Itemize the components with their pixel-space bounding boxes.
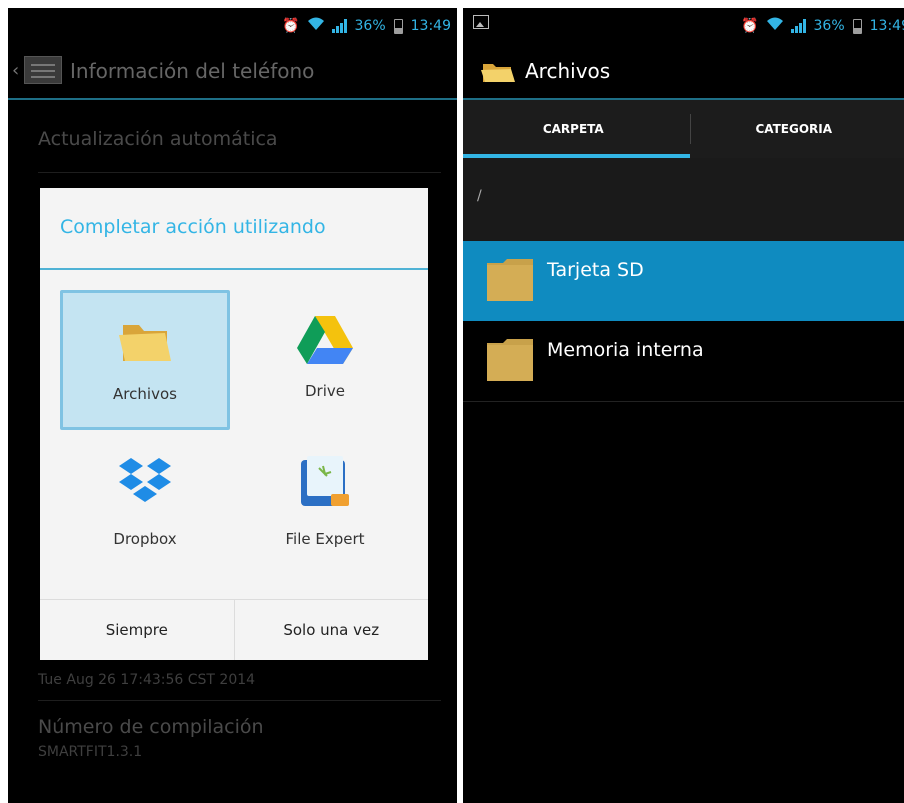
clock: 13:49 <box>869 18 904 34</box>
dialog-title-divider <box>40 268 428 270</box>
dialog-title: Completar acción utilizando <box>60 216 326 238</box>
list-item-memoria-interna[interactable]: Memoria interna <box>463 321 904 401</box>
signal-icon <box>790 19 806 33</box>
settings-icon[interactable] <box>24 56 62 84</box>
clock: 13:49 <box>410 18 451 34</box>
battery-percent: 36% <box>354 18 386 34</box>
image-notification-icon <box>473 15 489 29</box>
signal-icon <box>331 19 347 33</box>
left-phone-screen: ⏰ 36% 13:49 ‹ Información del teléfono A… <box>8 8 457 803</box>
wifi-icon <box>307 17 324 35</box>
alarm-icon: ⏰ <box>282 18 300 34</box>
tab-bar: CARPETA CATEGORIA <box>463 100 904 158</box>
action-bar: ‹ Información del teléfono <box>8 44 457 100</box>
tab-carpeta[interactable]: CARPETA <box>463 100 684 158</box>
action-bar-title: Información del teléfono <box>70 59 315 83</box>
divider <box>463 401 904 402</box>
drive-icon <box>295 314 355 370</box>
wifi-icon <box>766 17 783 35</box>
current-path: / <box>477 188 482 204</box>
dropbox-icon <box>117 456 173 512</box>
tab-categoria[interactable]: CATEGORIA <box>684 100 904 158</box>
folder-icon <box>117 317 173 369</box>
right-phone-screen: ⏰ 36% 13:49 Archivos CARPETA CATEGORIA / <box>463 8 904 803</box>
divider <box>38 700 441 701</box>
folder-icon <box>487 339 533 381</box>
folder-icon[interactable] <box>481 60 515 88</box>
file-expert-icon <box>297 454 353 514</box>
setting-auto-update[interactable]: Actualización automática <box>38 128 278 150</box>
folder-name: Memoria interna <box>547 339 704 361</box>
just-once-button[interactable]: Solo una vez <box>233 600 429 660</box>
app-label: Dropbox <box>113 530 177 548</box>
build-number-title[interactable]: Número de compilación <box>38 716 264 738</box>
app-option-drive[interactable]: Drive <box>240 290 410 430</box>
folder-name: Tarjeta SD <box>547 259 644 281</box>
app-option-dropbox[interactable]: Dropbox <box>60 434 230 574</box>
folder-icon <box>487 259 533 301</box>
app-option-archivos[interactable]: Archivos <box>60 290 230 430</box>
dialog-button-bar: Siempre Solo una vez <box>40 599 428 660</box>
app-label: File Expert <box>285 530 365 548</box>
back-chevron-icon[interactable]: ‹ <box>12 60 19 81</box>
divider <box>38 172 441 173</box>
list-item-tarjeta-sd[interactable]: Tarjeta SD <box>463 241 904 321</box>
action-bar-title: Archivos <box>525 59 611 83</box>
complete-action-dialog: Completar acción utilizando Archivos Dri… <box>40 188 428 660</box>
battery-percent: 36% <box>813 18 845 34</box>
battery-icon <box>393 18 403 34</box>
build-number-value: SMARTFIT1.3.1 <box>38 744 143 760</box>
app-option-file-expert[interactable]: File Expert <box>240 434 410 574</box>
app-label: Drive <box>305 382 345 400</box>
status-bar: ⏰ 36% 13:49 <box>8 8 457 44</box>
build-date: Tue Aug 26 17:43:56 CST 2014 <box>38 672 256 688</box>
app-label: Archivos <box>113 385 177 403</box>
alarm-icon: ⏰ <box>741 18 759 34</box>
path-bar: / <box>463 158 904 241</box>
battery-icon <box>852 18 862 34</box>
status-bar: ⏰ 36% 13:49 <box>463 8 904 44</box>
action-bar: Archivos <box>463 44 904 100</box>
always-button[interactable]: Siempre <box>40 600 234 660</box>
